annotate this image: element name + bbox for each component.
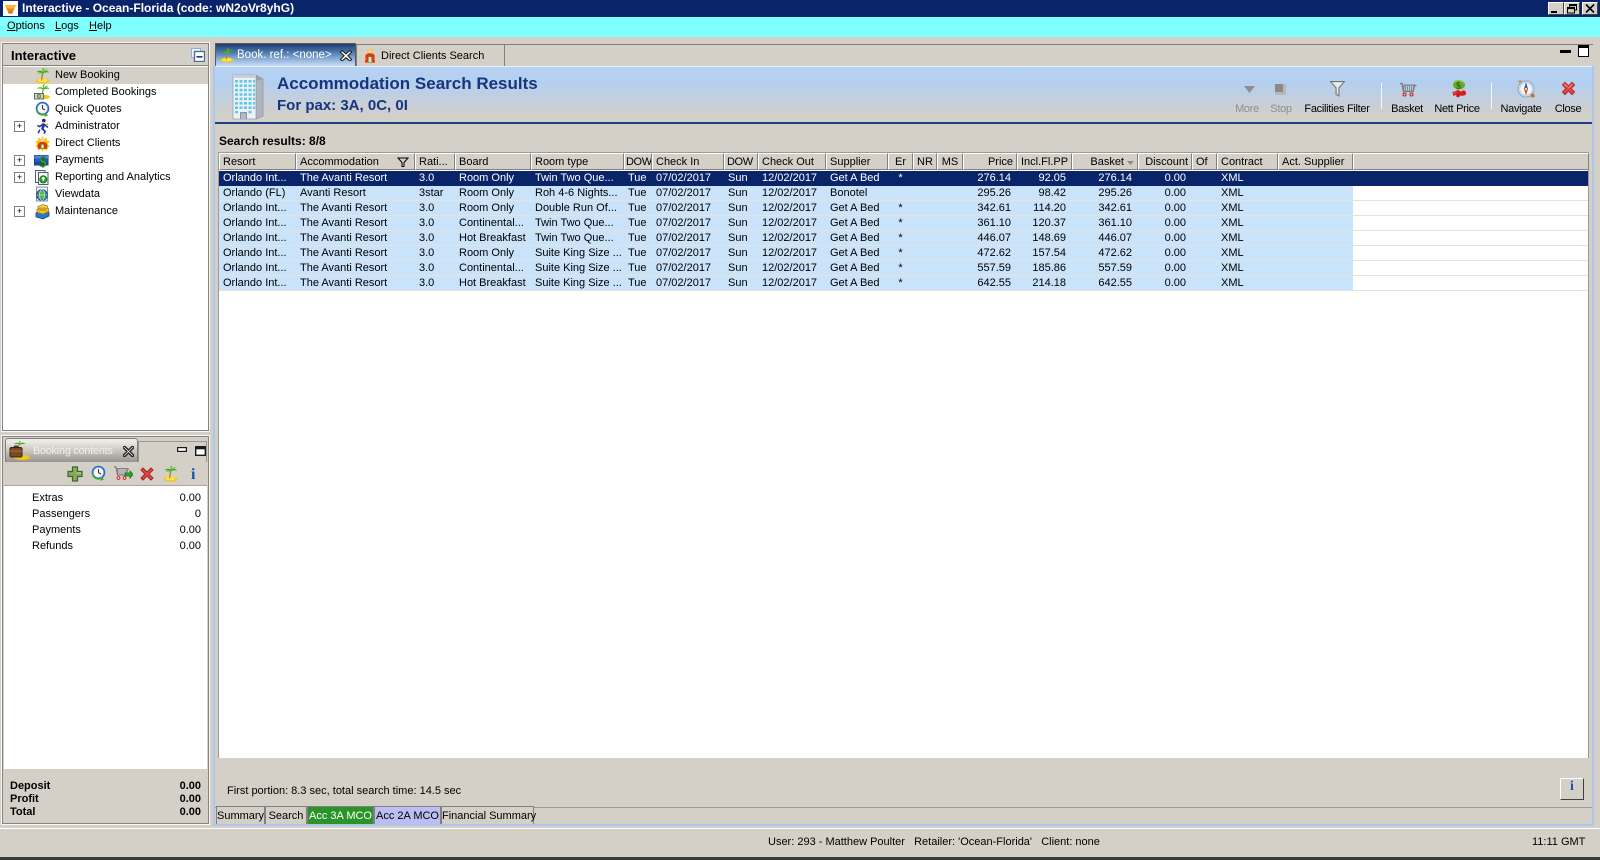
svg-text:$: $	[40, 156, 47, 170]
svg-text:i: i	[191, 466, 196, 481]
